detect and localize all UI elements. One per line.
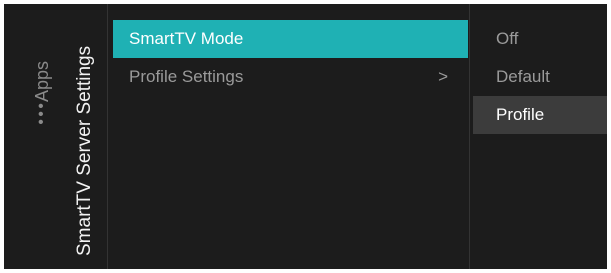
option-profile[interactable]: Profile (473, 96, 607, 134)
option-default[interactable]: Default (473, 58, 607, 96)
option-off[interactable]: Off (473, 20, 607, 58)
column-divider (469, 4, 470, 269)
page-title: SmartTV Server Settings (74, 45, 95, 256)
tv-settings-screen: Apps • • • SmartTV Server Settings SmartTV… (4, 4, 607, 269)
chevron-right-icon: > (438, 67, 448, 86)
settings-menu: SmartTV Mode Profile Settings > (113, 20, 468, 96)
column-divider (107, 4, 108, 269)
breadcrumb: Apps • • • (4, 4, 64, 269)
menu-item-smarttv-mode[interactable]: SmartTV Mode (113, 20, 468, 58)
breadcrumb-parent[interactable]: Apps (32, 61, 52, 102)
options-list: Off Default Profile (473, 20, 607, 134)
menu-item-label: Profile Settings (129, 67, 244, 86)
option-label: Off (496, 29, 519, 48)
option-label: Profile (496, 105, 545, 124)
more-dots-icon: • • • (38, 98, 44, 131)
option-label: Default (496, 67, 550, 86)
menu-item-label: SmartTV Mode (129, 29, 244, 48)
menu-item-profile-settings[interactable]: Profile Settings > (113, 58, 468, 96)
